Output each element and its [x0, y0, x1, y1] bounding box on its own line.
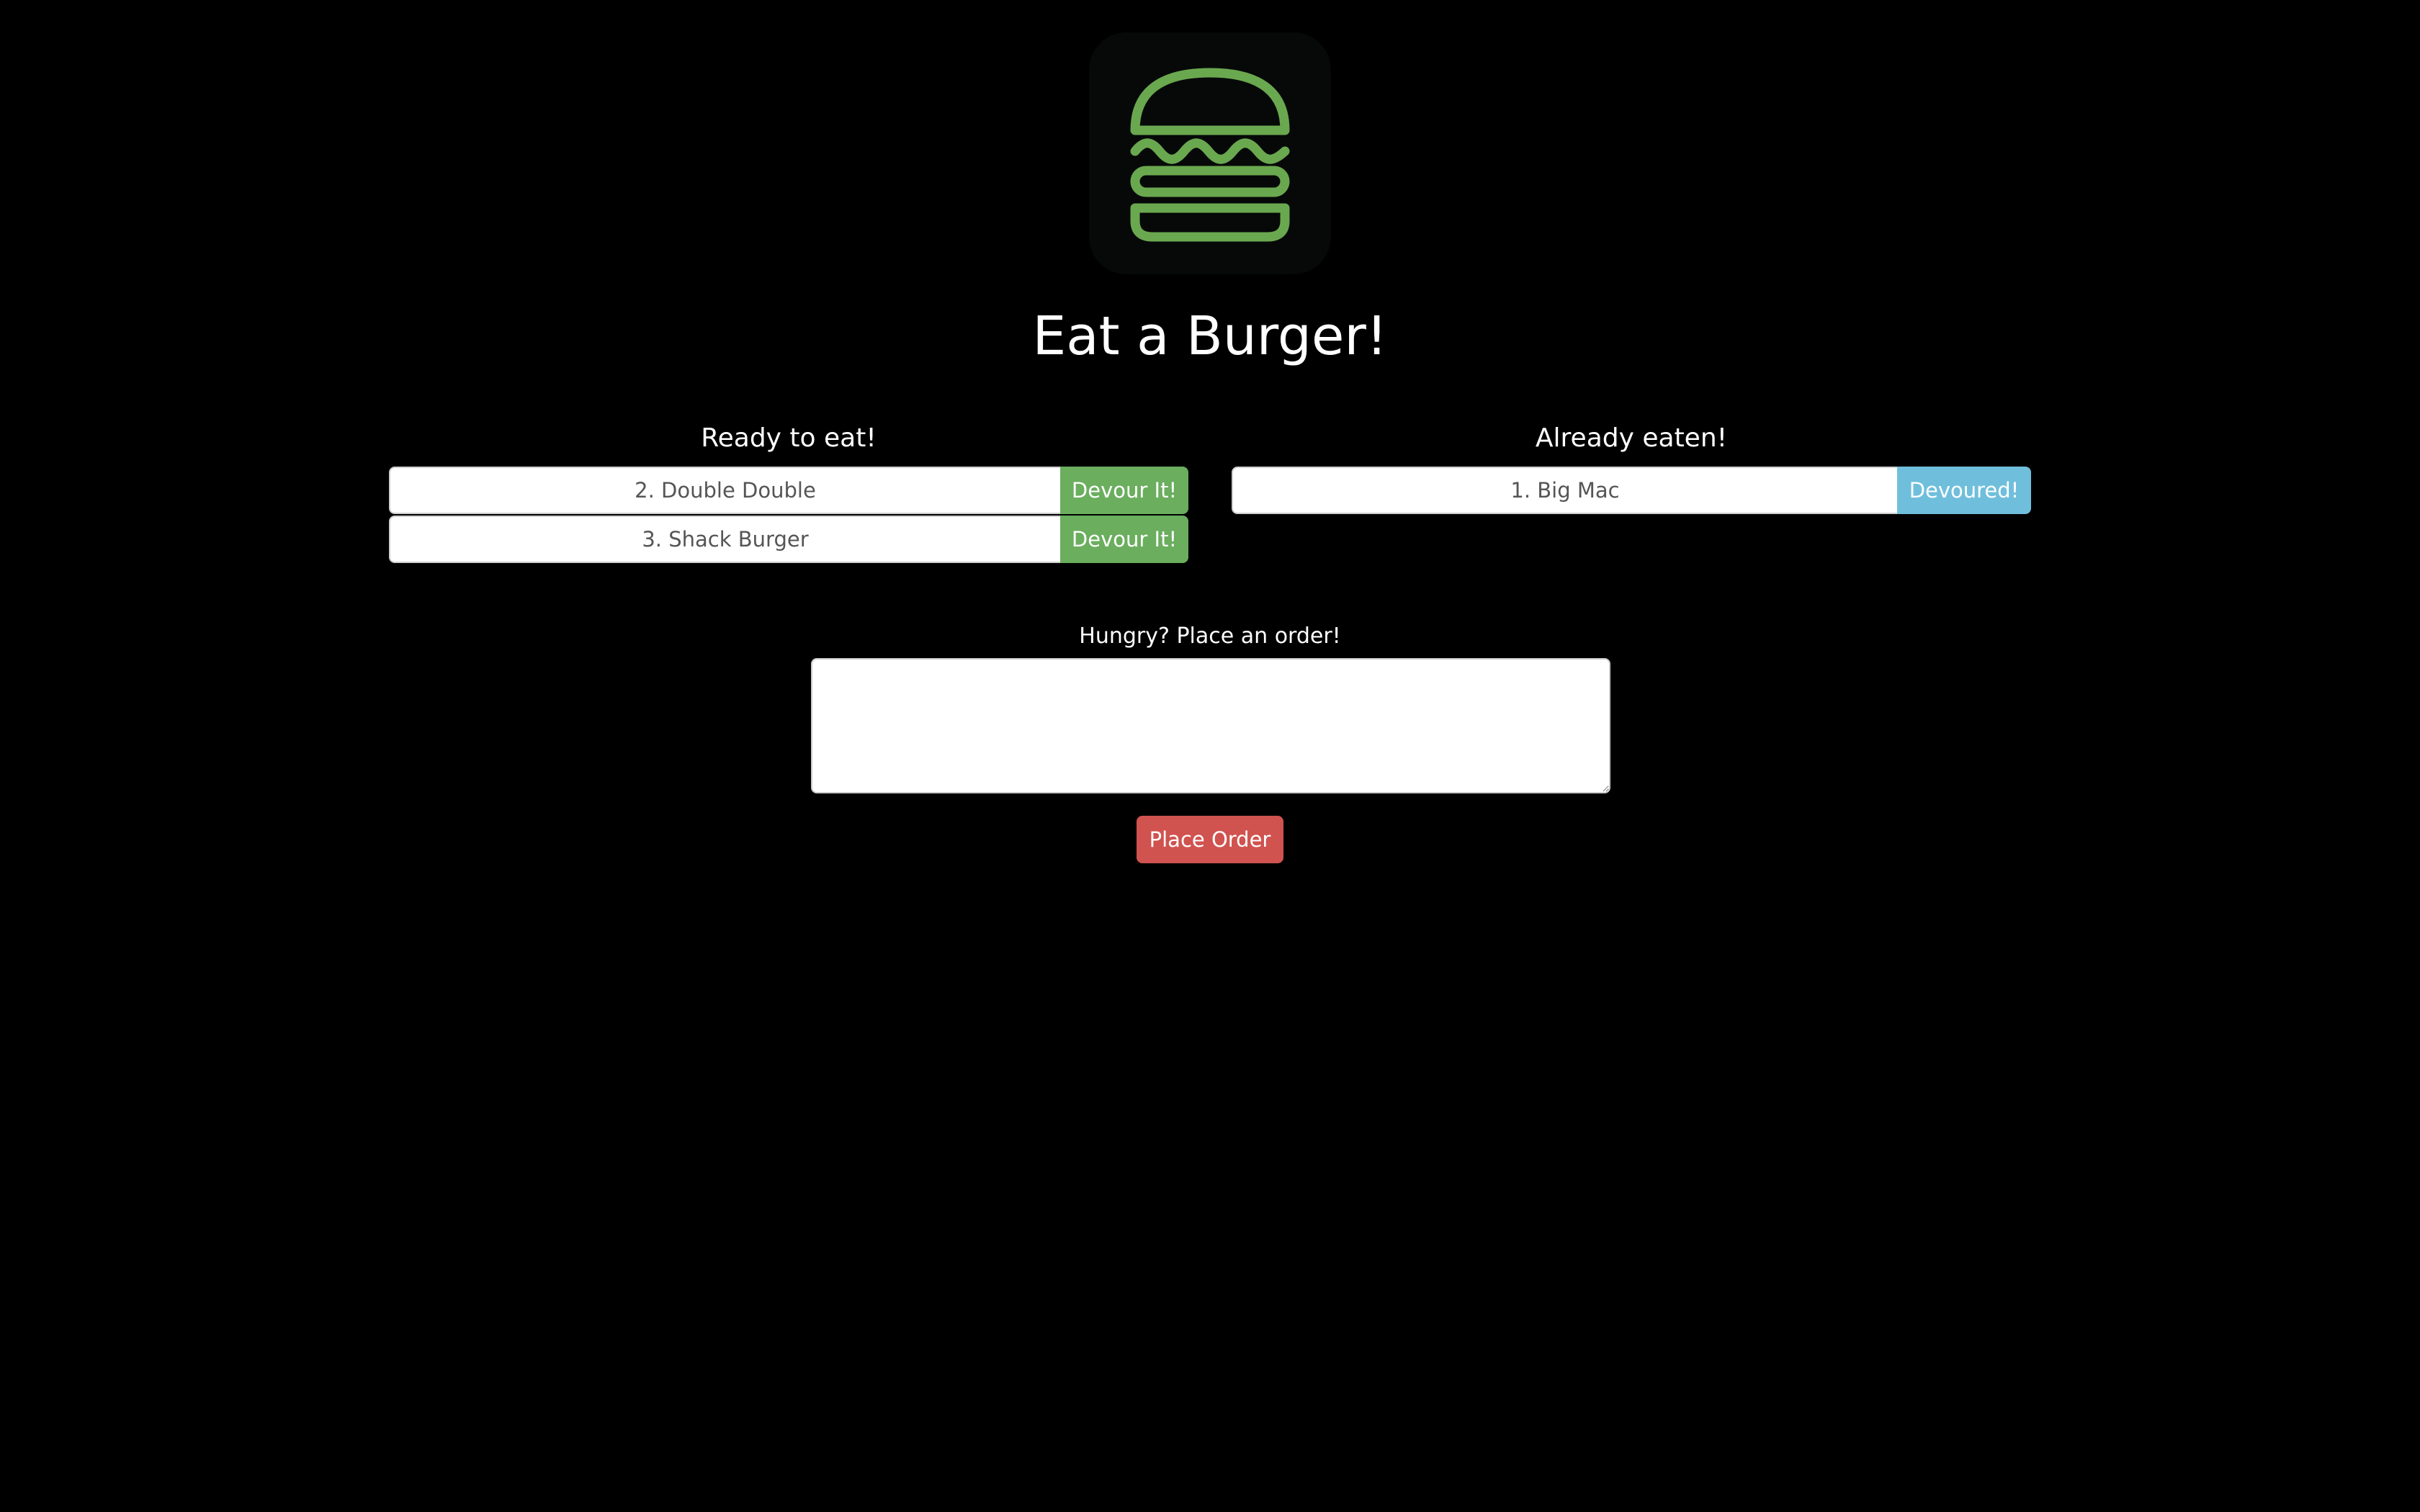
devour-button[interactable]: Devour It!	[1060, 467, 1188, 514]
place-order-button[interactable]: Place Order	[1137, 816, 1283, 863]
list-item: 1. Big Mac Devoured!	[1232, 467, 2031, 514]
order-textarea[interactable]	[811, 658, 1610, 793]
ready-to-eat-heading: Ready to eat!	[701, 423, 877, 453]
list-item: 3. Shack Burger Devour It!	[389, 516, 1188, 563]
order-label: Hungry? Place an order!	[1079, 624, 1341, 649]
burger-name: 2. Double Double	[389, 467, 1060, 514]
page: Eat a Burger! Ready to eat! Already eate…	[0, 0, 2420, 1512]
burger-logo	[1089, 32, 1331, 274]
already-eaten-heading: Already eaten!	[1535, 423, 1728, 453]
devoured-button[interactable]: Devoured!	[1897, 467, 2031, 514]
devour-button[interactable]: Devour It!	[1060, 516, 1188, 563]
list-item: 2. Double Double Devour It!	[389, 467, 1188, 514]
burger-icon	[1130, 68, 1290, 242]
burger-name: 3. Shack Burger	[389, 516, 1060, 563]
burger-name: 1. Big Mac	[1232, 467, 1897, 514]
page-title: Eat a Burger!	[1032, 305, 1388, 367]
